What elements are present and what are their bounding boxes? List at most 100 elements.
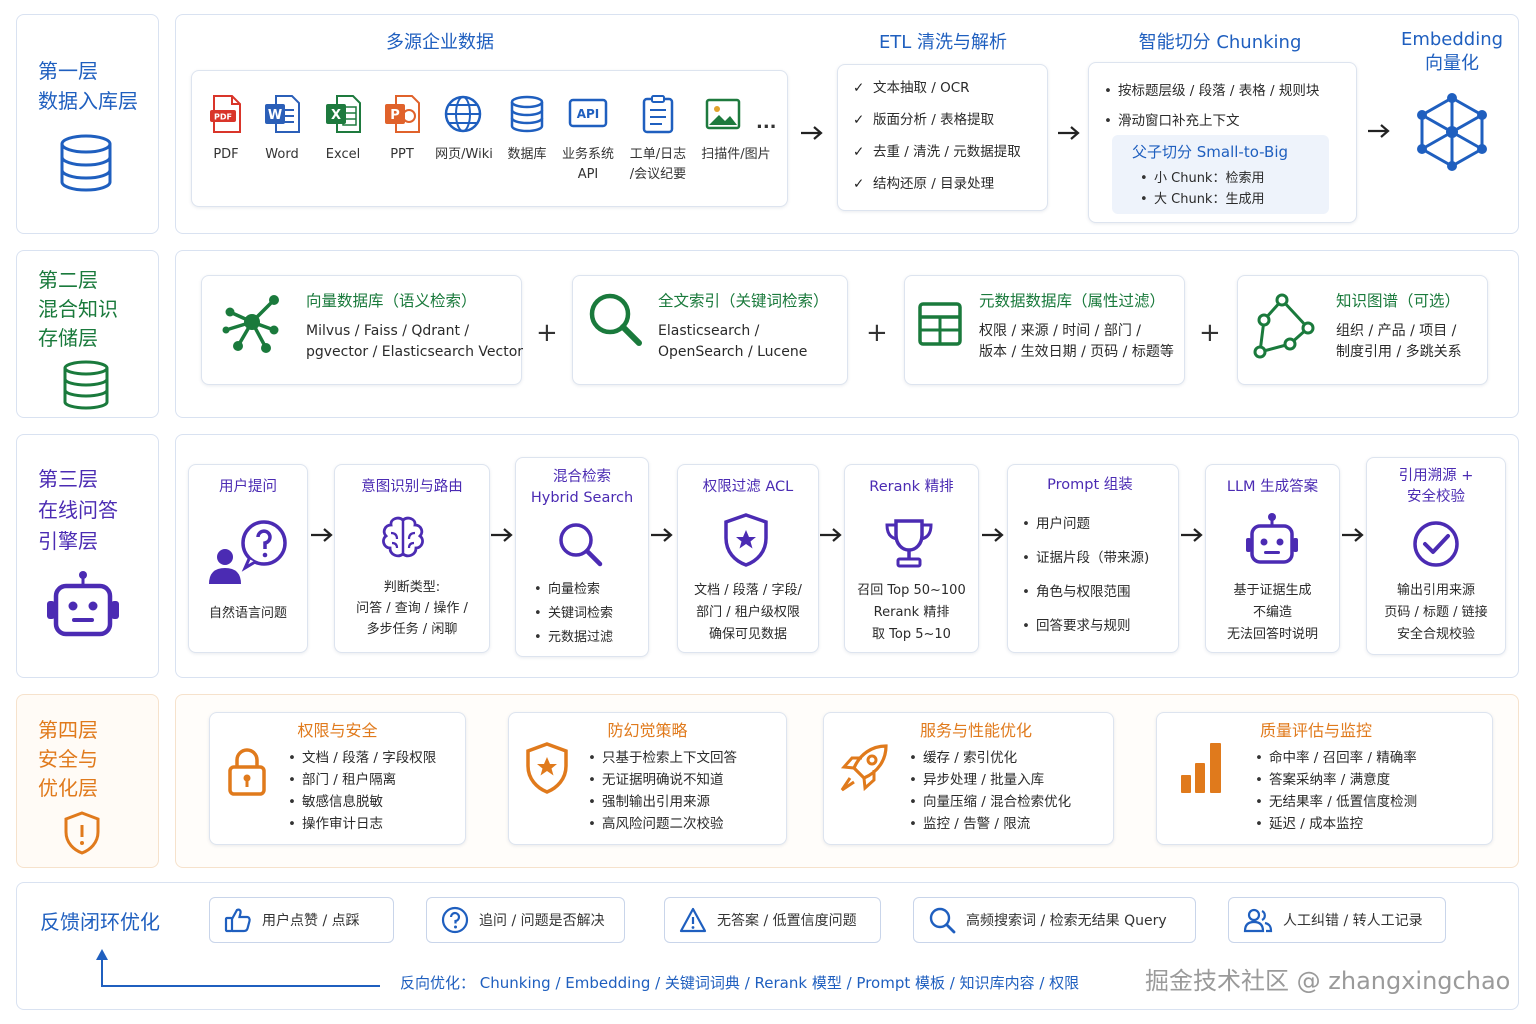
knowledge-graph-title: 知识图谱（可选） <box>1336 292 1461 310</box>
source-label-word: Word <box>265 147 299 162</box>
robot-icon <box>47 571 119 637</box>
globe-icon <box>444 95 482 133</box>
vector-db-line1: Milvus / Faiss / Qdrant / <box>306 323 470 339</box>
fulltext-index-title: 全文索引（关键词检索） <box>658 292 829 310</box>
svg-text:PDF: PDF <box>214 113 232 122</box>
knowledge-graph-icon <box>1253 293 1315 359</box>
step-title: Rerank 精排 <box>869 479 954 495</box>
arrow-right-icon <box>801 126 823 140</box>
source-label-db: 数据库 <box>507 147 547 162</box>
group-title: 权限与安全 <box>297 721 378 740</box>
plus-sign: + <box>536 318 558 348</box>
lock-icon <box>228 748 266 796</box>
group-title: 质量评估与监控 <box>1259 721 1372 740</box>
knowledge-graph-line2: 制度引用 / 多跳关系 <box>1336 344 1462 360</box>
source-label-api: 业务系统 API <box>561 147 614 182</box>
arrow-right-icon <box>982 528 1004 542</box>
robot-icon <box>1246 513 1298 564</box>
layer3-title: 第三层 在线问答 引擎层 <box>38 467 118 553</box>
etl-header: ETL 清洗与解析 <box>878 32 1008 53</box>
users-icon <box>1243 908 1273 933</box>
feedback-loop-arrow-icon <box>96 949 380 987</box>
source-label-pdf: PDF <box>213 147 239 162</box>
embed-header: Embedding 向量化 <box>1400 29 1504 74</box>
layer2-title: 第二层 混合知识 存储层 <box>38 268 118 350</box>
feedback-chip-hot-query: 高频搜索词 / 检索无结果 Query <box>913 897 1196 943</box>
feedback-chip-manual: 人工纠错 / 转人工记录 <box>1228 897 1446 943</box>
watermark: 掘金技术社区 @ zhangxingchao <box>1145 967 1511 995</box>
metadata-db-title: 元数据数据库（属性过滤） <box>979 292 1166 310</box>
clipboard-icon <box>642 95 674 134</box>
reverse-items: Chunking / Embedding / 关键词词典 / Rerank 模型… <box>479 974 1080 992</box>
source-label-scan: 扫描件/图片 <box>701 147 771 162</box>
search-icon <box>589 293 642 346</box>
metadata-db-line2: 版本 / 生效日期 / 页码 / 标题等 <box>979 344 1174 360</box>
svg-text:P: P <box>390 108 400 123</box>
feedback-chip-label: 用户点赞 / 点踩 <box>262 913 360 929</box>
more-sources-ellipsis: ... <box>756 112 777 133</box>
group-title: 防幻觉策略 <box>607 721 688 740</box>
search-icon <box>559 523 603 567</box>
ppt-file-icon: P <box>385 95 420 133</box>
feedback-chip-label: 高频搜索词 / 检索无结果 Query <box>966 913 1167 929</box>
step-bullets: 向量检索 关键词检索 元数据过滤 <box>532 578 613 650</box>
svg-text:API: API <box>577 107 600 121</box>
user-question-icon <box>209 520 287 584</box>
group-items: 文档 / 段落 / 字段权限 部门 / 租户隔离 敏感信息脱敏 操作审计日志 <box>286 747 436 835</box>
warning-triangle-icon <box>679 907 707 933</box>
svg-text:W: W <box>268 108 282 123</box>
source-label-ticket: 工单/日志 /会议纪要 <box>629 147 687 182</box>
knowledge-graph-line1: 组织 / 产品 / 项目 / <box>1336 323 1457 339</box>
layer1-title: 第一层 数据入库层 <box>38 59 138 113</box>
feedback-chip-label: 人工纠错 / 转人工记录 <box>1283 913 1423 929</box>
feedback-chip-label: 无答案 / 低置信度问题 <box>717 913 857 929</box>
chunk-item: 按标题层级 / 段落 / 表格 / 规则块 <box>1102 76 1319 106</box>
feedback-chip-no-answer: 无答案 / 低置信度问题 <box>664 897 881 943</box>
database-icon <box>63 360 109 410</box>
excel-file-icon: X <box>326 95 361 133</box>
fulltext-index-line1: Elasticsearch / <box>658 323 760 339</box>
step-title: 意图识别与路由 <box>361 479 463 495</box>
arrow-right-icon <box>311 528 333 542</box>
etl-item: 文本抽取 / OCR <box>851 72 1021 104</box>
database-icon <box>60 134 112 192</box>
question-circle-icon <box>441 906 469 934</box>
shield-star-icon <box>526 742 568 794</box>
step-title: 用户提问 <box>219 479 277 495</box>
step-bullets: 用户问题 证据片段（带来源) 角色与权限范围 回答要求与规则 <box>1020 507 1149 643</box>
bar-chart-icon <box>1181 743 1221 793</box>
plus-sign: + <box>866 318 888 348</box>
reverse-label: 反向优化： <box>400 974 476 992</box>
source-label-web: 网页/Wiki <box>435 147 493 162</box>
chunk-sub-list: 小 Chunk：检索用 大 Chunk：生成用 <box>1138 168 1264 210</box>
arrow-right-icon <box>820 528 842 542</box>
thumbs-up-icon <box>224 908 251 933</box>
etl-item: 结构还原 / 目录处理 <box>851 168 1021 200</box>
group-items: 缓存 / 索引优化 异步处理 / 批量入库 向量压缩 / 混合检索优化 监控 /… <box>907 747 1071 835</box>
step-title: 混合检索 Hybrid Search <box>530 469 634 506</box>
embedding-network-icon <box>1417 93 1487 171</box>
step-body: 自然语言问题 <box>208 606 287 621</box>
fulltext-index-line2: OpenSearch / Lucene <box>658 344 808 360</box>
etl-list: 文本抽取 / OCR 版面分析 / 表格提取 去重 / 清洗 / 元数据提取 结… <box>851 72 1021 200</box>
group-items: 命中率 / 召回率 / 精确率 答案采纳率 / 满意度 无结果率 / 低置信度检… <box>1253 747 1417 835</box>
step-body: 召回 Top 50~100 Rerank 精排 取 Top 5~10 <box>857 583 966 642</box>
arrow-right-icon <box>1058 126 1080 140</box>
layer4-title: 第四层 安全与 优化层 <box>38 718 98 800</box>
group-title: 服务与性能优化 <box>919 721 1032 740</box>
reverse-optimization-line: 反向优化： Chunking / Embedding / 关键词词典 / Rer… <box>400 972 1079 994</box>
table-grid-icon <box>918 302 962 346</box>
source-label-ppt: PPT <box>390 147 414 162</box>
chunk-sub-item: 大 Chunk：生成用 <box>1138 189 1264 210</box>
plus-sign: + <box>1199 318 1221 348</box>
metadata-db-line1: 权限 / 来源 / 时间 / 部门 / <box>979 323 1142 339</box>
chunk-sub-header: 父子切分 Small-to-Big <box>1132 143 1289 161</box>
chunk-header: 智能切分 Chunking <box>1138 32 1302 53</box>
vector-graph-icon <box>222 295 279 353</box>
brain-icon <box>382 516 424 558</box>
feedback-chip-followup: 追问 / 问题是否解决 <box>426 897 625 943</box>
arrow-right-icon <box>1181 528 1203 542</box>
chunk-item: 滑动窗口补充上下文 <box>1102 106 1319 136</box>
rocket-icon <box>840 744 888 792</box>
sources-card <box>191 70 788 207</box>
